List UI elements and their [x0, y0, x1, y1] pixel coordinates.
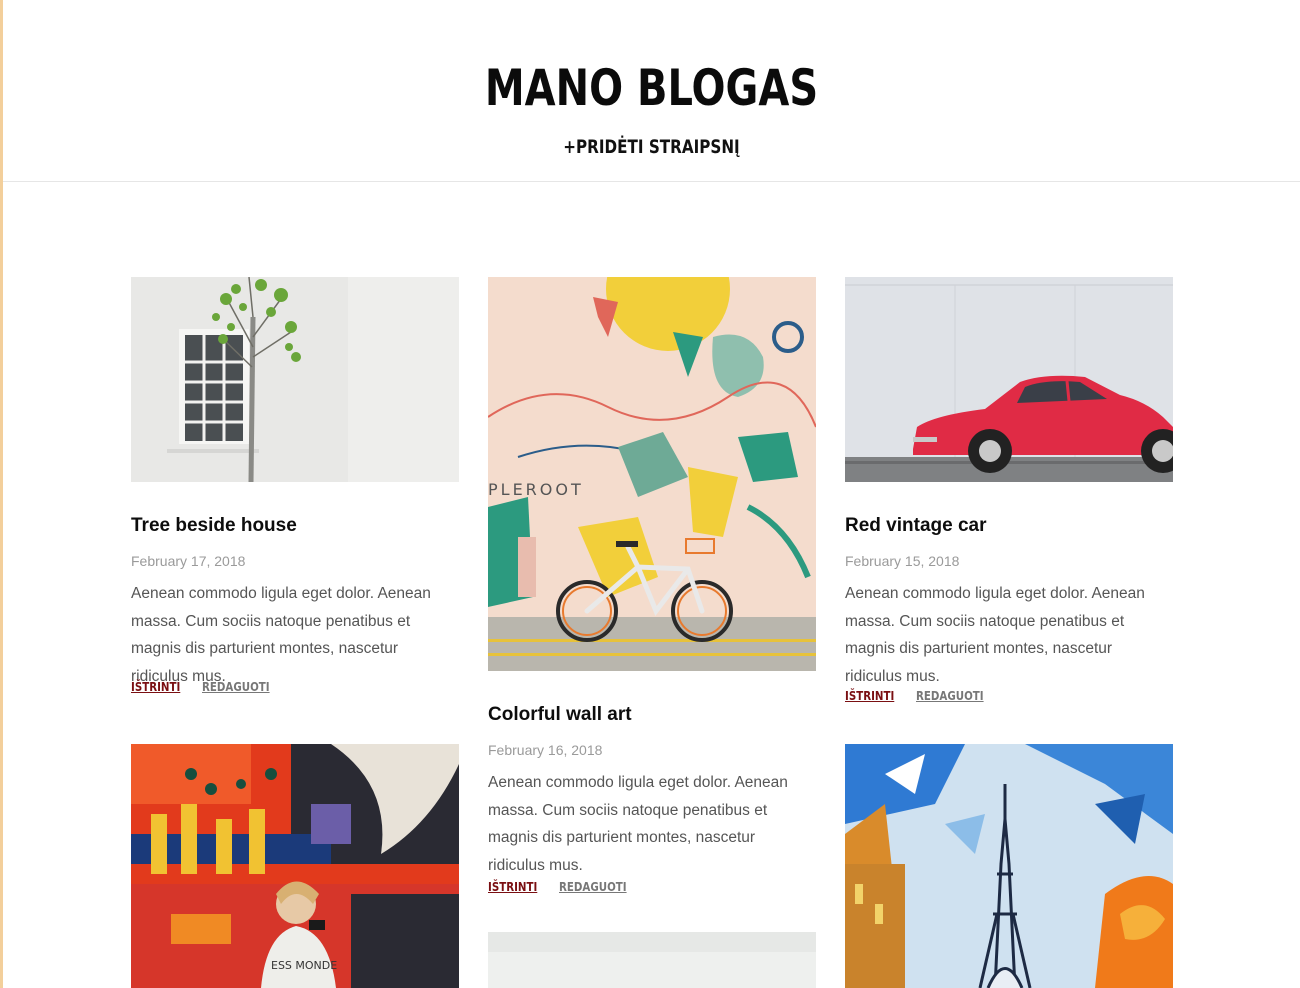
- svg-text:PLEROOT: PLEROOT: [488, 480, 584, 499]
- post-card-wall-art: PLEROOT Colorful wall art February 16, 2…: [488, 277, 816, 907]
- post-actions: IŠTRINTI REDAGUOTI: [845, 687, 1010, 705]
- site-title: MANO BLOGAS: [484, 59, 819, 117]
- post-excerpt: Aenean commodo ligula eget dolor. Aenean…: [488, 774, 788, 874]
- post-title[interactable]: Colorful wall art: [488, 704, 632, 726]
- post-card-car: Red vintage car February 15, 2018 Aenean…: [845, 277, 1173, 707]
- post-title[interactable]: Tree beside house: [131, 515, 297, 537]
- post-date: February 16, 2018: [488, 742, 603, 758]
- post-date: February 17, 2018: [131, 553, 246, 569]
- delete-link[interactable]: IŠTRINTI: [488, 879, 537, 894]
- post-image-eiffel[interactable]: [845, 744, 1173, 988]
- post-image-partial[interactable]: [488, 932, 816, 988]
- delete-link[interactable]: IŠTRINTI: [845, 688, 894, 703]
- post-image-car[interactable]: [845, 277, 1173, 482]
- post-image-street-art[interactable]: ESS MONDE: [131, 744, 459, 988]
- edit-link[interactable]: REDAGUOTI: [202, 679, 270, 694]
- post-date: February 15, 2018: [845, 553, 960, 569]
- post-actions: IŠTRINTI REDAGUOTI: [488, 878, 653, 896]
- post-card-partial: [488, 932, 816, 988]
- add-article-link[interactable]: +PRIDĖTI STRAIPSNĮ: [133, 134, 1171, 160]
- post-card-tree: Tree beside house February 17, 2018 Aene…: [131, 277, 459, 697]
- post-actions: IŠTRINTI REDAGUOTI: [131, 678, 296, 696]
- post-image-tree[interactable]: [131, 277, 459, 482]
- post-card-street-art: ESS MONDE: [131, 744, 459, 988]
- post-card-eiffel: [845, 744, 1173, 988]
- post-image-wall-art[interactable]: PLEROOT: [488, 277, 816, 671]
- site-header: MANO BLOGAS +PRIDĖTI STRAIPSNĮ: [3, 0, 1300, 182]
- delete-link[interactable]: IŠTRINTI: [131, 679, 180, 694]
- post-excerpt: Aenean commodo ligula eget dolor. Aenean…: [131, 585, 431, 685]
- post-excerpt: Aenean commodo ligula eget dolor. Aenean…: [845, 585, 1145, 685]
- edit-link[interactable]: REDAGUOTI: [559, 879, 627, 894]
- svg-text:ESS MONDE: ESS MONDE: [271, 959, 337, 972]
- edit-link[interactable]: REDAGUOTI: [916, 688, 984, 703]
- post-title[interactable]: Red vintage car: [845, 515, 987, 537]
